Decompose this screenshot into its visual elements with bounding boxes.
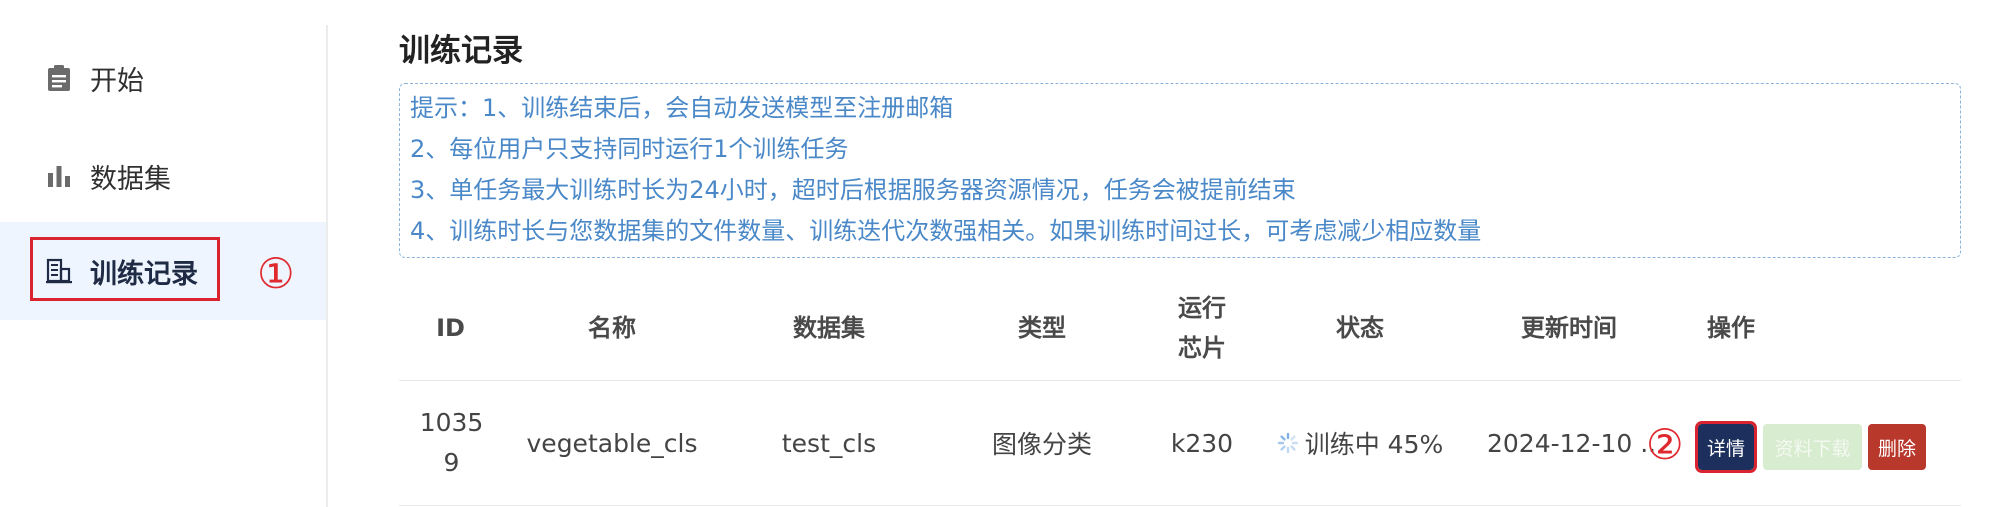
delete-button[interactable]: 删除 bbox=[1868, 424, 1926, 470]
cell-status: 训练中 45% bbox=[1265, 381, 1455, 505]
page-title: 训练记录 bbox=[399, 33, 523, 69]
highlight-box bbox=[30, 237, 220, 301]
column-header-chip-line: 运行 bbox=[1178, 294, 1226, 322]
tips-box: 提示：1、训练结束后，会自动发送模型至注册邮箱 2、每位用户只支持同时运行1个训… bbox=[399, 83, 1961, 258]
cell-updated: 2024-12-10 .. bbox=[1487, 428, 1657, 458]
column-header-chip: 运行 芯片 bbox=[1149, 275, 1255, 381]
status-text: 训练中 45% bbox=[1304, 430, 1444, 459]
sidebar-item-start[interactable]: 开始 bbox=[0, 29, 326, 127]
status-indicator: 训练中 45% bbox=[1277, 425, 1444, 461]
column-header-id: ID bbox=[436, 314, 465, 342]
annotation-marker-1: ① bbox=[257, 249, 295, 298]
cell-id: 10359 bbox=[419, 408, 484, 477]
annotation-marker-2: ② bbox=[1646, 420, 1684, 469]
download-materials-button[interactable]: 资料下载 bbox=[1763, 424, 1862, 470]
training-table: ID 名称 数据集 类型 运行 芯片 状态 更新时间 操作 10359 vege… bbox=[399, 275, 1961, 507]
column-header-name: 名称 bbox=[588, 314, 636, 342]
tip-line: 4、训练时长与您数据集的文件数量、训练迭代次数强相关。如果训练时间过长，可考虑减… bbox=[410, 217, 1482, 245]
column-header-type: 类型 bbox=[1018, 314, 1066, 342]
cell-dataset: test_cls bbox=[781, 428, 877, 458]
cell-name: vegetable_cls bbox=[526, 428, 698, 458]
column-header-status: 状态 bbox=[1336, 314, 1384, 342]
column-header-actions: 操作 bbox=[1707, 314, 1755, 342]
tip-line: 2、每位用户只支持同时运行1个训练任务 bbox=[410, 135, 849, 163]
bar-chart-icon bbox=[46, 162, 72, 190]
tip-line: 3、单任务最大训练时长为24小时，超时后根据服务器资源情况，任务会被提前结束 bbox=[410, 176, 1296, 204]
cell-chip: k230 bbox=[1170, 428, 1234, 458]
clipboard-icon bbox=[46, 64, 72, 92]
cell-type: 图像分类 bbox=[991, 430, 1092, 459]
row-divider bbox=[399, 505, 1961, 506]
sidebar-item-dataset[interactable]: 数据集 bbox=[0, 127, 326, 225]
column-header-chip-line: 芯片 bbox=[1178, 334, 1226, 362]
app-root: 开始 数据集 训练记录 ① 训练记录 提示：1、训练结束后，会自动发送模型至注册… bbox=[0, 0, 2006, 507]
sidebar-item-label: 数据集 bbox=[90, 163, 171, 195]
sidebar-item-label: 开始 bbox=[90, 65, 144, 97]
tip-line: 提示：1、训练结束后，会自动发送模型至注册邮箱 bbox=[410, 94, 954, 122]
detail-button[interactable]: 详情 bbox=[1695, 421, 1757, 473]
column-header-updated: 更新时间 bbox=[1521, 314, 1617, 342]
loading-spinner-icon bbox=[1277, 432, 1298, 454]
column-header-dataset: 数据集 bbox=[793, 314, 865, 342]
